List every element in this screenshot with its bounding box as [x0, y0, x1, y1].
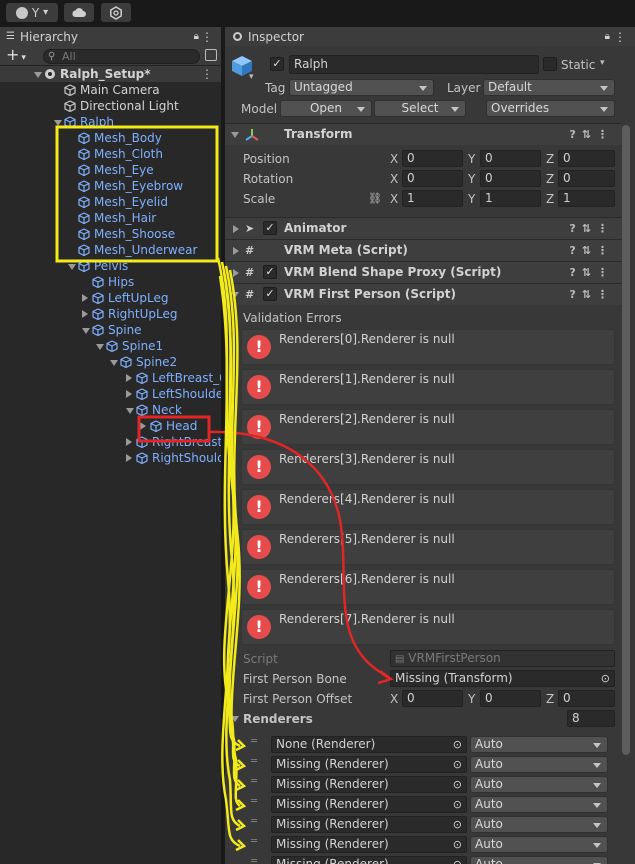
red-highlight-box [137, 415, 211, 443]
yellow-arrows [216, 257, 247, 852]
annotation-overlay [55, 125, 394, 852]
yellow-highlight-box [55, 125, 219, 263]
